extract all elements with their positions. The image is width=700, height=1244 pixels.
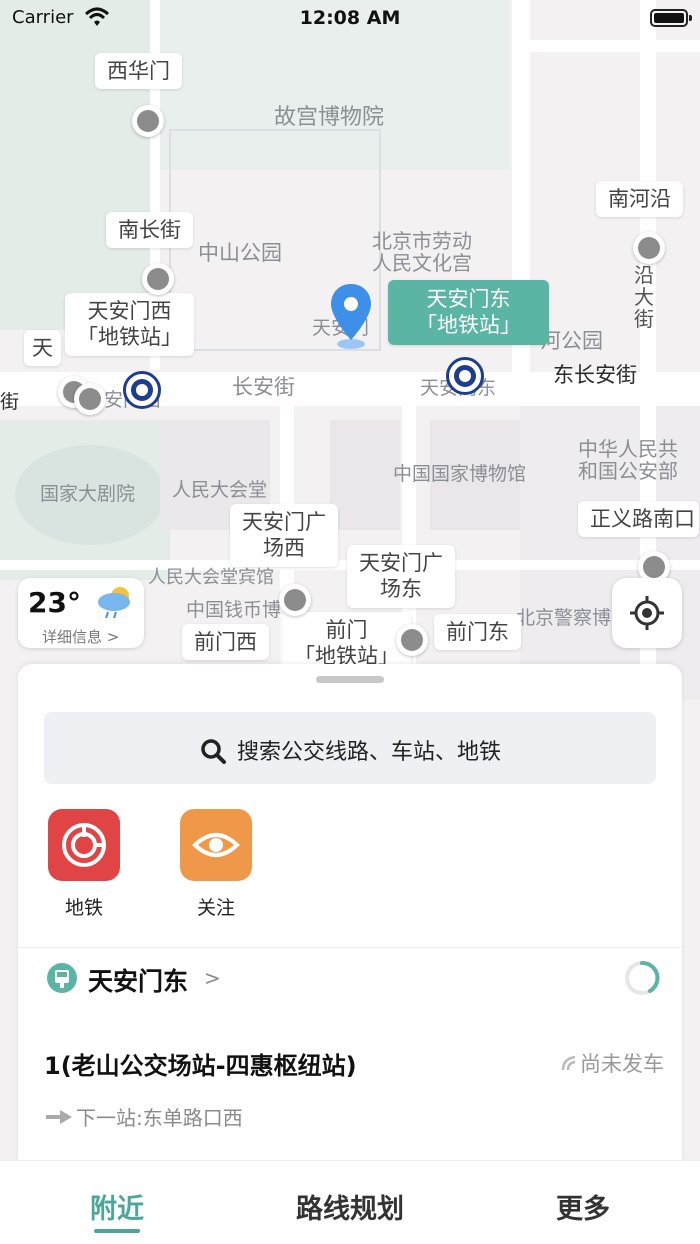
next-stop-info: 下一站:东单路口西 — [46, 1102, 243, 1131]
bottom-sheet: 搜索公交线路、车站、地铁 地铁 关注 天安门东 > 1(老山公交场站-四惠枢纽站… — [18, 664, 682, 1164]
map-label-ministry: 中华人民共 和国公安部 — [578, 437, 678, 483]
map-label-east-changan-street: 东长安街 — [553, 363, 637, 387]
location-pin-icon — [331, 284, 371, 349]
shortcut-subway[interactable]: 地铁 — [44, 809, 124, 920]
shortcut-follow[interactable]: 关注 — [176, 809, 256, 920]
map-label-park: 河公园 — [540, 329, 603, 353]
tab-nearby[interactable]: 附近 — [86, 1187, 148, 1226]
map-label-police-museum: 北京警察博 — [516, 607, 612, 629]
callout-nanheyan[interactable]: 南河沿 — [596, 181, 683, 218]
callout-xihuamen[interactable]: 西华门 — [95, 53, 182, 90]
map-label-national-museum: 中国国家博物馆 — [393, 463, 527, 485]
callout-partial-tian[interactable]: 天 — [24, 330, 61, 367]
weather-detail-link[interactable]: 详细信息 > — [42, 626, 119, 647]
callout-square-west[interactable]: 天安门广 场西 — [230, 504, 338, 567]
route-status: 尚未发车 — [560, 1048, 664, 1078]
route-status-text: 尚未发车 — [580, 1052, 664, 1076]
subway-station-icon[interactable] — [123, 371, 161, 409]
bus-stop-marker[interactable] — [74, 383, 106, 415]
follow-tile[interactable] — [180, 809, 252, 881]
arrow-right-icon — [46, 1110, 72, 1124]
bus-stop-marker[interactable] — [279, 584, 311, 616]
loading-spinner-icon — [625, 960, 660, 995]
locate-me-button[interactable] — [612, 578, 682, 648]
subway-tile[interactable] — [48, 809, 120, 881]
map-label-culture-palace: 北京市劳动 人民文化宫 — [372, 229, 472, 275]
next-stop-text: 下一站:东单路口西 — [76, 1106, 243, 1130]
battery-icon — [650, 9, 692, 27]
subway-logo-icon — [62, 823, 106, 867]
status-bar: Carrier 12:08 AM — [0, 0, 700, 36]
tab-route-planning[interactable]: 路线规划 — [290, 1187, 410, 1226]
callout-qianmen-west[interactable]: 前门西 — [182, 624, 269, 661]
map-label-gugong: 故宫博物院 — [274, 105, 385, 130]
tab-bar: 附近 路线规划 更多 — [0, 1160, 700, 1244]
search-bar[interactable]: 搜索公交线路、车站、地铁 — [44, 712, 656, 784]
shortcut-follow-label: 关注 — [196, 897, 235, 919]
bus-stop-marker[interactable] — [142, 263, 174, 295]
search-icon — [201, 739, 226, 764]
active-tab-indicator — [94, 1229, 140, 1233]
map-label-great-hall: 人民大会堂 — [172, 479, 268, 501]
map-label-coin-museum: 中国钱币博 — [186, 599, 282, 621]
weather-widget[interactable]: 23° 详细信息 > — [18, 578, 144, 648]
station-name: 天安门东 — [88, 967, 189, 996]
map-label-zhongshan-park: 中山公园 — [198, 241, 282, 265]
map-label-nanheyan-street: 沿 大 街 — [634, 263, 654, 331]
crosshair-icon — [630, 596, 664, 630]
map-label-changan-street: 长安街 — [232, 375, 295, 399]
bus-stop-marker[interactable] — [132, 105, 164, 137]
clock: 12:08 AM — [299, 7, 401, 29]
bus-stop-icon — [47, 963, 77, 993]
callout-tiananmen-east-subway-selected[interactable]: 天安门东 「地铁站」 — [388, 280, 549, 345]
bus-stop-marker[interactable] — [396, 624, 428, 656]
callout-qianmen-east[interactable]: 前门东 — [434, 614, 521, 651]
callout-square-east[interactable]: 天安门广 场东 — [347, 545, 455, 608]
signal-icon — [561, 1055, 576, 1071]
sheet-grabber-handle[interactable] — [316, 676, 384, 683]
subway-station-icon[interactable] — [446, 357, 484, 395]
chevron-right-icon: > — [204, 966, 221, 990]
callout-zhengyilu[interactable]: 正义路南口 — [578, 501, 699, 538]
rain-cloud-icon — [98, 587, 130, 619]
map-label-edge-street: 街 — [0, 391, 20, 413]
callout-nanchangjie[interactable]: 南长街 — [106, 212, 193, 249]
eye-icon — [192, 833, 240, 857]
nearby-station-header[interactable]: 天安门东 > — [44, 960, 664, 1000]
map-label-grand-theatre: 国家大剧院 — [40, 483, 136, 505]
tab-more[interactable]: 更多 — [552, 1187, 614, 1226]
bus-stop-marker[interactable] — [633, 232, 665, 264]
section-divider — [18, 947, 682, 948]
bus-route-title[interactable]: 1(老山公交场站-四惠枢纽站) — [44, 1046, 357, 1081]
shortcut-subway-label: 地铁 — [64, 897, 103, 919]
map-label-hotel: 人民大会堂宾馆 — [148, 567, 274, 588]
map-view[interactable]: 故宫博物院 中山公园 北京市劳动 人民文化宫 天安门 长安街 东长安街 河公园 … — [0, 0, 700, 700]
callout-tiananmen-west-subway[interactable]: 天安门西 「地铁站」 — [65, 293, 194, 356]
weather-temperature: 23° — [28, 586, 81, 619]
search-placeholder: 搜索公交线路、车站、地铁 — [236, 740, 501, 765]
